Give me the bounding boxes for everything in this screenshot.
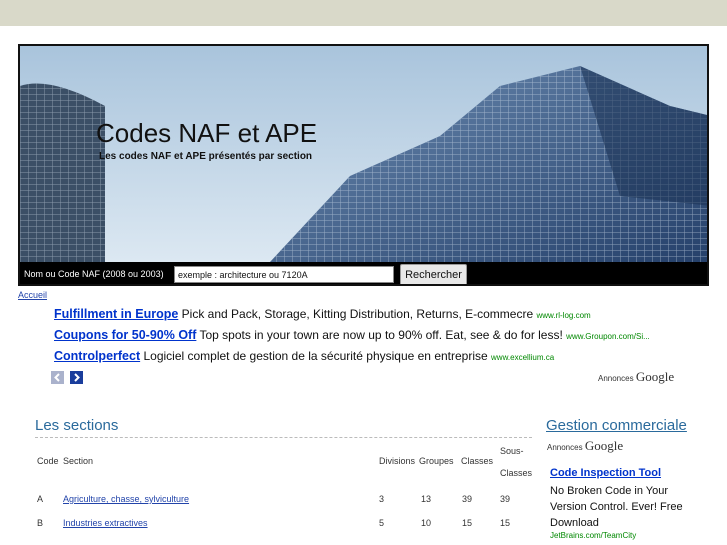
site-subtitle: Les codes NAF et APE présentés par secti… [99,151,313,162]
ad-text: Top spots in your town are now up to 90%… [199,328,563,342]
sidebar-ads-by-google-label[interactable]: Annonces Google [547,438,623,454]
row-divisions: 3 [379,494,385,504]
google-logo: Google [635,369,675,384]
row-classes: 39 [462,494,473,504]
col-header-groupes: Groupes [419,456,454,466]
row-groupes: 10 [421,518,432,528]
top-bar [0,0,727,26]
site-title: Codes NAF et APE [96,118,318,148]
search-bar: Nom ou Code NAF (2008 ou 2003) Recherche… [20,262,707,284]
row-section-link[interactable]: Industries extractives [63,518,148,528]
ad-text: Pick and Pack, Storage, Kitting Distribu… [181,307,534,321]
ad-url[interactable]: www.excellium.ca [491,353,554,362]
ad-pagination [51,371,85,389]
row-classes: 15 [462,518,473,528]
chevron-left-icon[interactable] [51,371,64,384]
ad-title-link[interactable]: Fulfillment in Europe [54,307,178,321]
row-sous-classes: 39 [500,494,511,504]
search-input[interactable] [174,266,394,283]
sidebar-heading-link[interactable]: Gestion commerciale [546,417,687,434]
ad-item: Controlperfect Logiciel complet de gesti… [54,349,694,370]
sidebar-ad-url[interactable]: JetBrains.com/TeamCity [550,531,636,540]
ad-item: Coupons for 50-90% Off Top spots in your… [54,328,694,349]
col-header-divisions: Divisions [379,456,416,466]
row-section-link[interactable]: Agriculture, chasse, sylviculture [63,494,189,504]
header-banner: Codes NAF et APE Les codes NAF et APE pr… [18,44,709,286]
col-header-code: Code [37,456,59,466]
row-divisions: 5 [379,518,385,528]
ad-url[interactable]: www.Groupon.com/Si... [566,332,650,341]
ad-text: Logiciel complet de gestion de la sécuri… [143,349,488,363]
ad-title-link[interactable]: Controlperfect [54,349,140,363]
chevron-right-icon[interactable] [70,371,84,384]
row-code: B [37,518,44,528]
row-groupes: 13 [421,494,432,504]
ads-prefix: Annonces [547,443,583,452]
ads-by-google-label[interactable]: Annonces Google [598,369,674,385]
sections-heading: Les sections [35,417,119,434]
ad-item: Fulfillment in Europe Pick and Pack, Sto… [54,307,694,328]
col-header-sous-classes-line2: Classes [500,468,533,478]
ad-url[interactable]: www.rl-log.com [536,311,590,320]
ads-prefix: Annonces [598,374,634,383]
sidebar-ad-text: No Broken Code in Your Version Control. … [550,485,683,529]
row-code: A [37,494,44,504]
search-label: Nom ou Code NAF (2008 ou 2003) [24,269,164,279]
col-header-sous-classes-line1: Sous- [500,446,524,456]
sidebar-ad-title-link[interactable]: Code Inspection Tool [550,467,661,479]
google-logo: Google [584,438,624,453]
sections-divider [35,437,532,438]
row-sous-classes: 15 [500,518,511,528]
search-button[interactable]: Rechercher [400,264,467,284]
col-header-section: Section [63,456,94,466]
breadcrumb-home-link[interactable]: Accueil [18,290,47,300]
ad-list: Fulfillment in Europe Pick and Pack, Sto… [54,307,694,370]
ad-title-link[interactable]: Coupons for 50-90% Off [54,328,196,342]
col-header-classes: Classes [461,456,494,466]
